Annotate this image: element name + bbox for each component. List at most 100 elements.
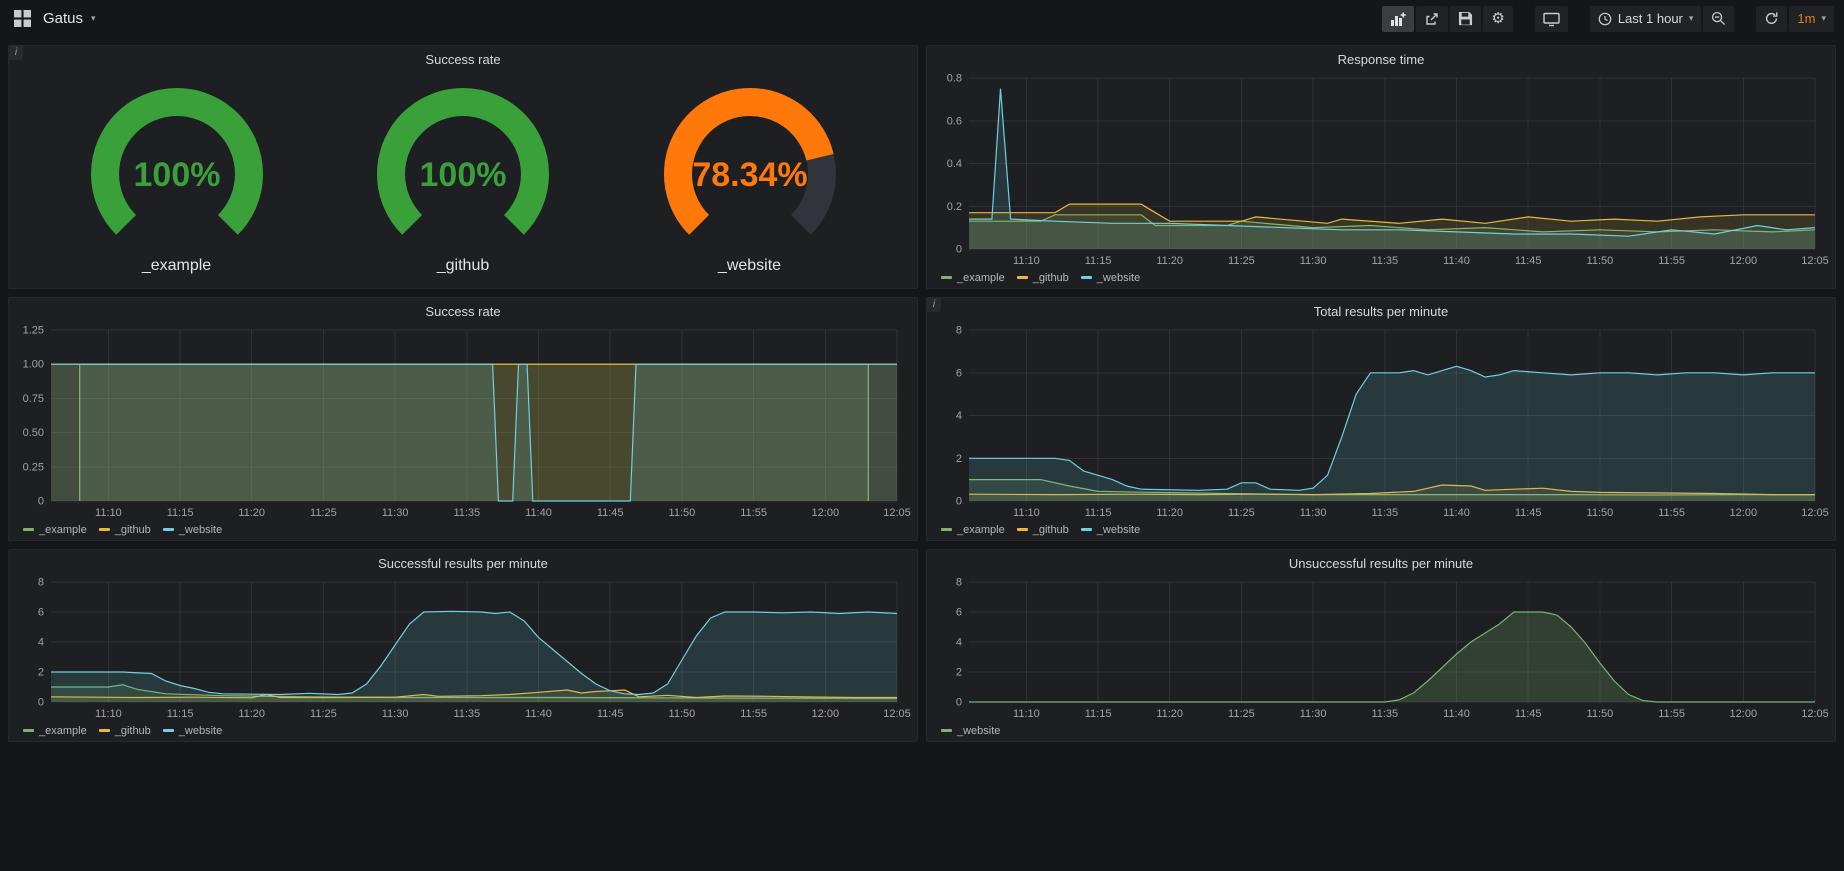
share-icon bbox=[1424, 11, 1440, 27]
svg-text:4: 4 bbox=[956, 410, 962, 422]
legend-item[interactable]: _example bbox=[23, 725, 87, 737]
refresh-interval-button[interactable]: 1m ▾ bbox=[1789, 6, 1834, 32]
svg-text:0.6: 0.6 bbox=[947, 115, 962, 127]
svg-text:0: 0 bbox=[956, 496, 962, 508]
panel-title[interactable]: Success rate bbox=[15, 49, 911, 70]
svg-text:0.50: 0.50 bbox=[23, 427, 44, 439]
panel-info-icon[interactable]: i bbox=[927, 298, 941, 312]
svg-text:6: 6 bbox=[956, 367, 962, 379]
legend-item[interactable]: _github bbox=[1017, 524, 1069, 536]
svg-text:11:30: 11:30 bbox=[1300, 708, 1327, 720]
svg-text:8: 8 bbox=[38, 577, 44, 589]
total-results-chart[interactable]: 0246811:1011:1511:2011:2511:3011:3511:40… bbox=[933, 322, 1829, 521]
panel-title[interactable]: Successful results per minute bbox=[15, 553, 911, 574]
svg-text:11:35: 11:35 bbox=[1371, 507, 1398, 519]
add-panel-icon bbox=[1390, 11, 1406, 27]
legend-item[interactable]: _github bbox=[99, 524, 151, 536]
legend-item[interactable]: _example bbox=[941, 524, 1005, 536]
svg-text:11:55: 11:55 bbox=[740, 507, 767, 519]
legend-item[interactable]: _github bbox=[1017, 272, 1069, 284]
svg-text:11:55: 11:55 bbox=[1658, 255, 1685, 267]
svg-text:12:05: 12:05 bbox=[883, 708, 911, 720]
legend-swatch bbox=[941, 729, 952, 732]
svg-text:11:40: 11:40 bbox=[1443, 708, 1470, 720]
svg-text:11:45: 11:45 bbox=[1515, 255, 1542, 267]
svg-text:11:20: 11:20 bbox=[1156, 255, 1183, 267]
svg-text:0.25: 0.25 bbox=[23, 461, 44, 473]
legend: _website bbox=[933, 722, 1829, 739]
legend-swatch bbox=[23, 528, 34, 531]
dashboard-title[interactable]: Gatus bbox=[43, 10, 83, 27]
svg-text:11:20: 11:20 bbox=[238, 507, 265, 519]
legend-item[interactable]: _example bbox=[941, 272, 1005, 284]
svg-text:0.2: 0.2 bbox=[947, 201, 962, 213]
share-button[interactable] bbox=[1416, 6, 1448, 32]
legend-item[interactable]: _example bbox=[23, 524, 87, 536]
unsuccessful-results-chart[interactable]: 0246811:1011:1511:2011:2511:3011:3511:40… bbox=[933, 574, 1829, 722]
panel-title[interactable]: Success rate bbox=[15, 301, 911, 322]
svg-text:11:45: 11:45 bbox=[597, 507, 624, 519]
dashboard-dropdown-caret-icon[interactable]: ▾ bbox=[91, 14, 96, 23]
svg-text:2: 2 bbox=[38, 667, 44, 679]
svg-text:4: 4 bbox=[38, 637, 44, 649]
svg-text:11:50: 11:50 bbox=[1587, 507, 1614, 519]
panel-title[interactable]: Total results per minute bbox=[933, 301, 1829, 322]
refresh-group: 1m ▾ bbox=[1756, 6, 1834, 32]
svg-text:4: 4 bbox=[956, 637, 962, 649]
svg-text:6: 6 bbox=[38, 607, 44, 619]
svg-text:11:10: 11:10 bbox=[1013, 708, 1040, 720]
svg-text:0: 0 bbox=[38, 697, 44, 709]
refresh-button[interactable] bbox=[1756, 6, 1787, 32]
svg-text:8: 8 bbox=[956, 577, 962, 589]
legend-item[interactable]: _website bbox=[1081, 272, 1140, 284]
cycle-view-button[interactable] bbox=[1535, 6, 1568, 32]
svg-text:0.4: 0.4 bbox=[947, 158, 962, 170]
legend-swatch bbox=[99, 528, 110, 531]
svg-text:6: 6 bbox=[956, 607, 962, 619]
svg-text:11:45: 11:45 bbox=[1515, 708, 1542, 720]
legend-item[interactable]: _website bbox=[1081, 524, 1140, 536]
panel-title[interactable]: Response time bbox=[933, 49, 1829, 70]
save-button[interactable] bbox=[1450, 6, 1481, 32]
svg-text:0.8: 0.8 bbox=[947, 73, 962, 85]
successful-results-chart[interactable]: 0246811:1011:1511:2011:2511:3011:3511:40… bbox=[15, 574, 911, 722]
panel-successful-results: Successful results per minute 0246811:10… bbox=[8, 549, 918, 742]
panel-total-results: i Total results per minute 0246811:1011:… bbox=[926, 297, 1836, 541]
legend: _example _github _website bbox=[933, 521, 1829, 538]
response-time-chart[interactable]: 00.20.40.60.811:1011:1511:2011:2511:3011… bbox=[933, 70, 1829, 269]
svg-text:12:00: 12:00 bbox=[1730, 708, 1758, 720]
settings-button[interactable]: ⚙ bbox=[1483, 6, 1512, 32]
legend: _example _github _website bbox=[15, 722, 911, 739]
svg-text:11:30: 11:30 bbox=[382, 708, 409, 720]
svg-text:11:30: 11:30 bbox=[1300, 255, 1327, 267]
panel-actions-group: ⚙ bbox=[1382, 6, 1512, 32]
panel-info-icon[interactable]: i bbox=[9, 46, 23, 60]
refresh-interval-caret-icon: ▾ bbox=[1821, 14, 1826, 23]
time-range-button[interactable]: Last 1 hour ▾ bbox=[1590, 6, 1702, 32]
svg-text:11:25: 11:25 bbox=[1228, 507, 1255, 519]
refresh-interval-label: 1m bbox=[1797, 11, 1815, 26]
svg-text:2: 2 bbox=[956, 453, 962, 465]
legend-item[interactable]: _website bbox=[163, 524, 222, 536]
svg-text:0: 0 bbox=[956, 244, 962, 256]
legend-item[interactable]: _website bbox=[941, 725, 1000, 737]
zoom-out-button[interactable] bbox=[1703, 6, 1734, 32]
legend-swatch bbox=[1081, 528, 1092, 531]
gauge-arc-website: 78.34% bbox=[625, 82, 875, 259]
dashboards-grid-icon[interactable] bbox=[10, 6, 35, 32]
svg-text:2: 2 bbox=[956, 667, 962, 679]
legend-swatch bbox=[941, 528, 952, 531]
legend-item[interactable]: _github bbox=[99, 725, 151, 737]
success-rate-chart[interactable]: 00.250.500.751.001.2511:1011:1511:2011:2… bbox=[15, 322, 911, 521]
panel-success-rate-timeseries: Success rate 00.250.500.751.001.2511:101… bbox=[8, 297, 918, 541]
panel-response-time: Response time 00.20.40.60.811:1011:1511:… bbox=[926, 45, 1836, 289]
navbar: Gatus ▾ bbox=[0, 0, 1844, 37]
svg-text:11:35: 11:35 bbox=[1371, 708, 1398, 720]
svg-text:12:00: 12:00 bbox=[812, 708, 840, 720]
svg-text:11:25: 11:25 bbox=[1228, 708, 1255, 720]
add-panel-button[interactable] bbox=[1382, 6, 1414, 32]
panel-title[interactable]: Unsuccessful results per minute bbox=[933, 553, 1829, 574]
svg-text:11:15: 11:15 bbox=[1085, 255, 1112, 267]
legend-item[interactable]: _website bbox=[163, 725, 222, 737]
svg-text:11:45: 11:45 bbox=[597, 708, 624, 720]
